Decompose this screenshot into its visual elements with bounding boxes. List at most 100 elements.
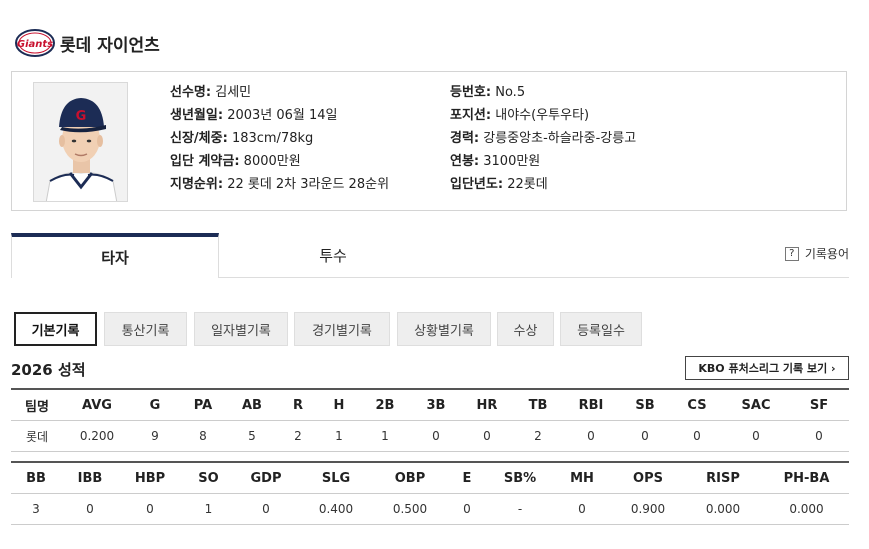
label-position: 포지션: xyxy=(450,108,492,123)
table-cell: - xyxy=(490,493,550,525)
value-height-weight: 183cm/78kg xyxy=(231,131,314,146)
table-cell: 0 xyxy=(723,420,789,452)
table-row: 3 0 0 1 0 0.400 0.500 0 - 0 0.900 0.000 … xyxy=(11,493,849,525)
col-header: AVG xyxy=(63,388,131,421)
info-row-number: 등번호: No.5 xyxy=(450,81,636,104)
label-number: 등번호: xyxy=(450,85,492,100)
info-row-draft: 지명순위: 22 롯데 2차 3라운드 28순위 xyxy=(170,173,389,196)
col-header: RISP xyxy=(682,461,764,494)
table-cell: 8 xyxy=(179,420,227,452)
table-cell: 0 xyxy=(236,493,296,525)
table-cell: 0 xyxy=(61,493,119,525)
subtab-registration-days[interactable]: 등록일수 xyxy=(560,312,642,346)
stats-table-1: 팀명 AVG G PA AB R H 2B 3B HR TB RBI SB CS… xyxy=(11,388,849,452)
value-number: No.5 xyxy=(495,85,526,100)
table-cell: 0 xyxy=(461,420,513,452)
table-cell: 0.400 xyxy=(296,493,376,525)
label-height-weight: 신장/체중: xyxy=(170,131,228,146)
position-tabs: 타자 투수 ? 기록용어 xyxy=(11,233,849,278)
label-career: 경력: xyxy=(450,131,480,146)
col-header: OBP xyxy=(376,461,444,494)
subtab-awards[interactable]: 수상 xyxy=(497,312,554,346)
team-logo[interactable]: Giants xyxy=(14,26,56,60)
col-header: SB xyxy=(619,388,671,421)
label-name: 선수명: xyxy=(170,85,212,100)
player-info-right: 등번호: No.5 포지션: 내야수(우투우타) 경력: 강릉중앙초-하슬라중-… xyxy=(450,81,636,196)
table-cell: 0 xyxy=(789,420,849,452)
col-header: 3B xyxy=(411,388,461,421)
value-name: 김세민 xyxy=(215,85,252,100)
table-cell: 0.900 xyxy=(614,493,682,525)
glossary-label: 기록용어 xyxy=(804,247,849,261)
col-header: E xyxy=(444,461,490,494)
table-cell: 2 xyxy=(277,420,319,452)
subtab-game-record[interactable]: 경기별기록 xyxy=(294,312,390,346)
info-row-salary: 연봉: 3100만원 xyxy=(450,150,636,173)
table-cell: 0 xyxy=(119,493,181,525)
info-row-birth: 생년월일: 2003년 06월 14일 xyxy=(170,104,389,127)
col-header: BB xyxy=(11,461,61,494)
info-row-name: 선수명: 김세민 xyxy=(170,81,389,104)
col-header: CS xyxy=(671,388,723,421)
table-cell: 0 xyxy=(411,420,461,452)
table-cell: 2 xyxy=(513,420,563,452)
info-row-height-weight: 신장/체중: 183cm/78kg xyxy=(170,127,389,150)
info-row-signing-bonus: 입단 계약금: 8000만원 xyxy=(170,150,389,173)
table-cell: 1 xyxy=(359,420,411,452)
table-cell: 0 xyxy=(444,493,490,525)
info-row-career: 경력: 강릉중앙초-하슬라중-강릉고 xyxy=(450,127,636,150)
stats-header-row: 팀명 AVG G PA AB R H 2B 3B HR TB RBI SB CS… xyxy=(11,388,849,421)
table-cell: 0.000 xyxy=(764,493,849,525)
table-cell: 0.500 xyxy=(376,493,444,525)
table-cell: 0.200 xyxy=(63,420,131,452)
col-header: GDP xyxy=(236,461,296,494)
label-salary: 연봉: xyxy=(450,154,480,169)
label-join-year: 입단년도: xyxy=(450,177,504,192)
col-header: 2B xyxy=(359,388,411,421)
table-cell: 0.000 xyxy=(682,493,764,525)
table-cell: 0 xyxy=(619,420,671,452)
tab-batter[interactable]: 타자 xyxy=(11,233,219,278)
col-header: R xyxy=(277,388,319,421)
col-header: PA xyxy=(179,388,227,421)
table-cell: 0 xyxy=(671,420,723,452)
col-header: H xyxy=(319,388,359,421)
team-header: Giants 롯데 자이언츠 xyxy=(14,26,160,60)
col-header: HBP xyxy=(119,461,181,494)
subtab-career-record[interactable]: 통산기록 xyxy=(104,312,187,346)
player-profile: G 선수명: 김세민 생년월일: 2003년 06월 14일 신장/체중: 18… xyxy=(11,71,847,211)
col-header: SLG xyxy=(296,461,376,494)
col-header: G xyxy=(131,388,179,421)
table-cell: 0 xyxy=(550,493,614,525)
svg-text:G: G xyxy=(76,109,87,124)
value-career: 강릉중앙초-하슬라중-강릉고 xyxy=(483,131,637,146)
value-salary: 3100만원 xyxy=(483,154,541,169)
col-header: SO xyxy=(181,461,236,494)
table-cell: 3 xyxy=(11,493,61,525)
player-info-left: 선수명: 김세민 생년월일: 2003년 06월 14일 신장/체중: 183c… xyxy=(170,81,389,196)
subtab-basic-record[interactable]: 기본기록 xyxy=(14,312,97,346)
label-birth: 생년월일: xyxy=(170,108,224,123)
table-cell: 1 xyxy=(181,493,236,525)
stats-table-2: BB IBB HBP SO GDP SLG OBP E SB% MH OPS R… xyxy=(11,461,849,525)
col-header: 팀명 xyxy=(11,388,63,421)
col-header: RBI xyxy=(563,388,619,421)
info-row-join-year: 입단년도: 22롯데 xyxy=(450,173,636,196)
subtab-daily-record[interactable]: 일자별기록 xyxy=(194,312,288,346)
value-join-year: 22롯데 xyxy=(507,177,548,192)
col-header: OPS xyxy=(614,461,682,494)
season-title: 2026 성적 xyxy=(11,361,86,379)
glossary-link[interactable]: ? 기록용어 xyxy=(784,245,849,262)
subtab-situation-record[interactable]: 상황별기록 xyxy=(397,312,491,346)
tab-pitcher[interactable]: 투수 xyxy=(219,233,447,277)
info-row-position: 포지션: 내야수(우투우타) xyxy=(450,104,636,127)
col-header: MH xyxy=(550,461,614,494)
futures-league-button[interactable]: KBO 퓨처스리그 기록 보기 › xyxy=(685,356,849,380)
value-birth: 2003년 06월 14일 xyxy=(227,108,338,123)
label-draft: 지명순위: xyxy=(170,177,224,192)
col-header: SAC xyxy=(723,388,789,421)
value-signing-bonus: 8000만원 xyxy=(243,154,301,169)
col-header: PH-BA xyxy=(764,461,849,494)
table-cell: 9 xyxy=(131,420,179,452)
question-icon: ? xyxy=(784,246,799,261)
